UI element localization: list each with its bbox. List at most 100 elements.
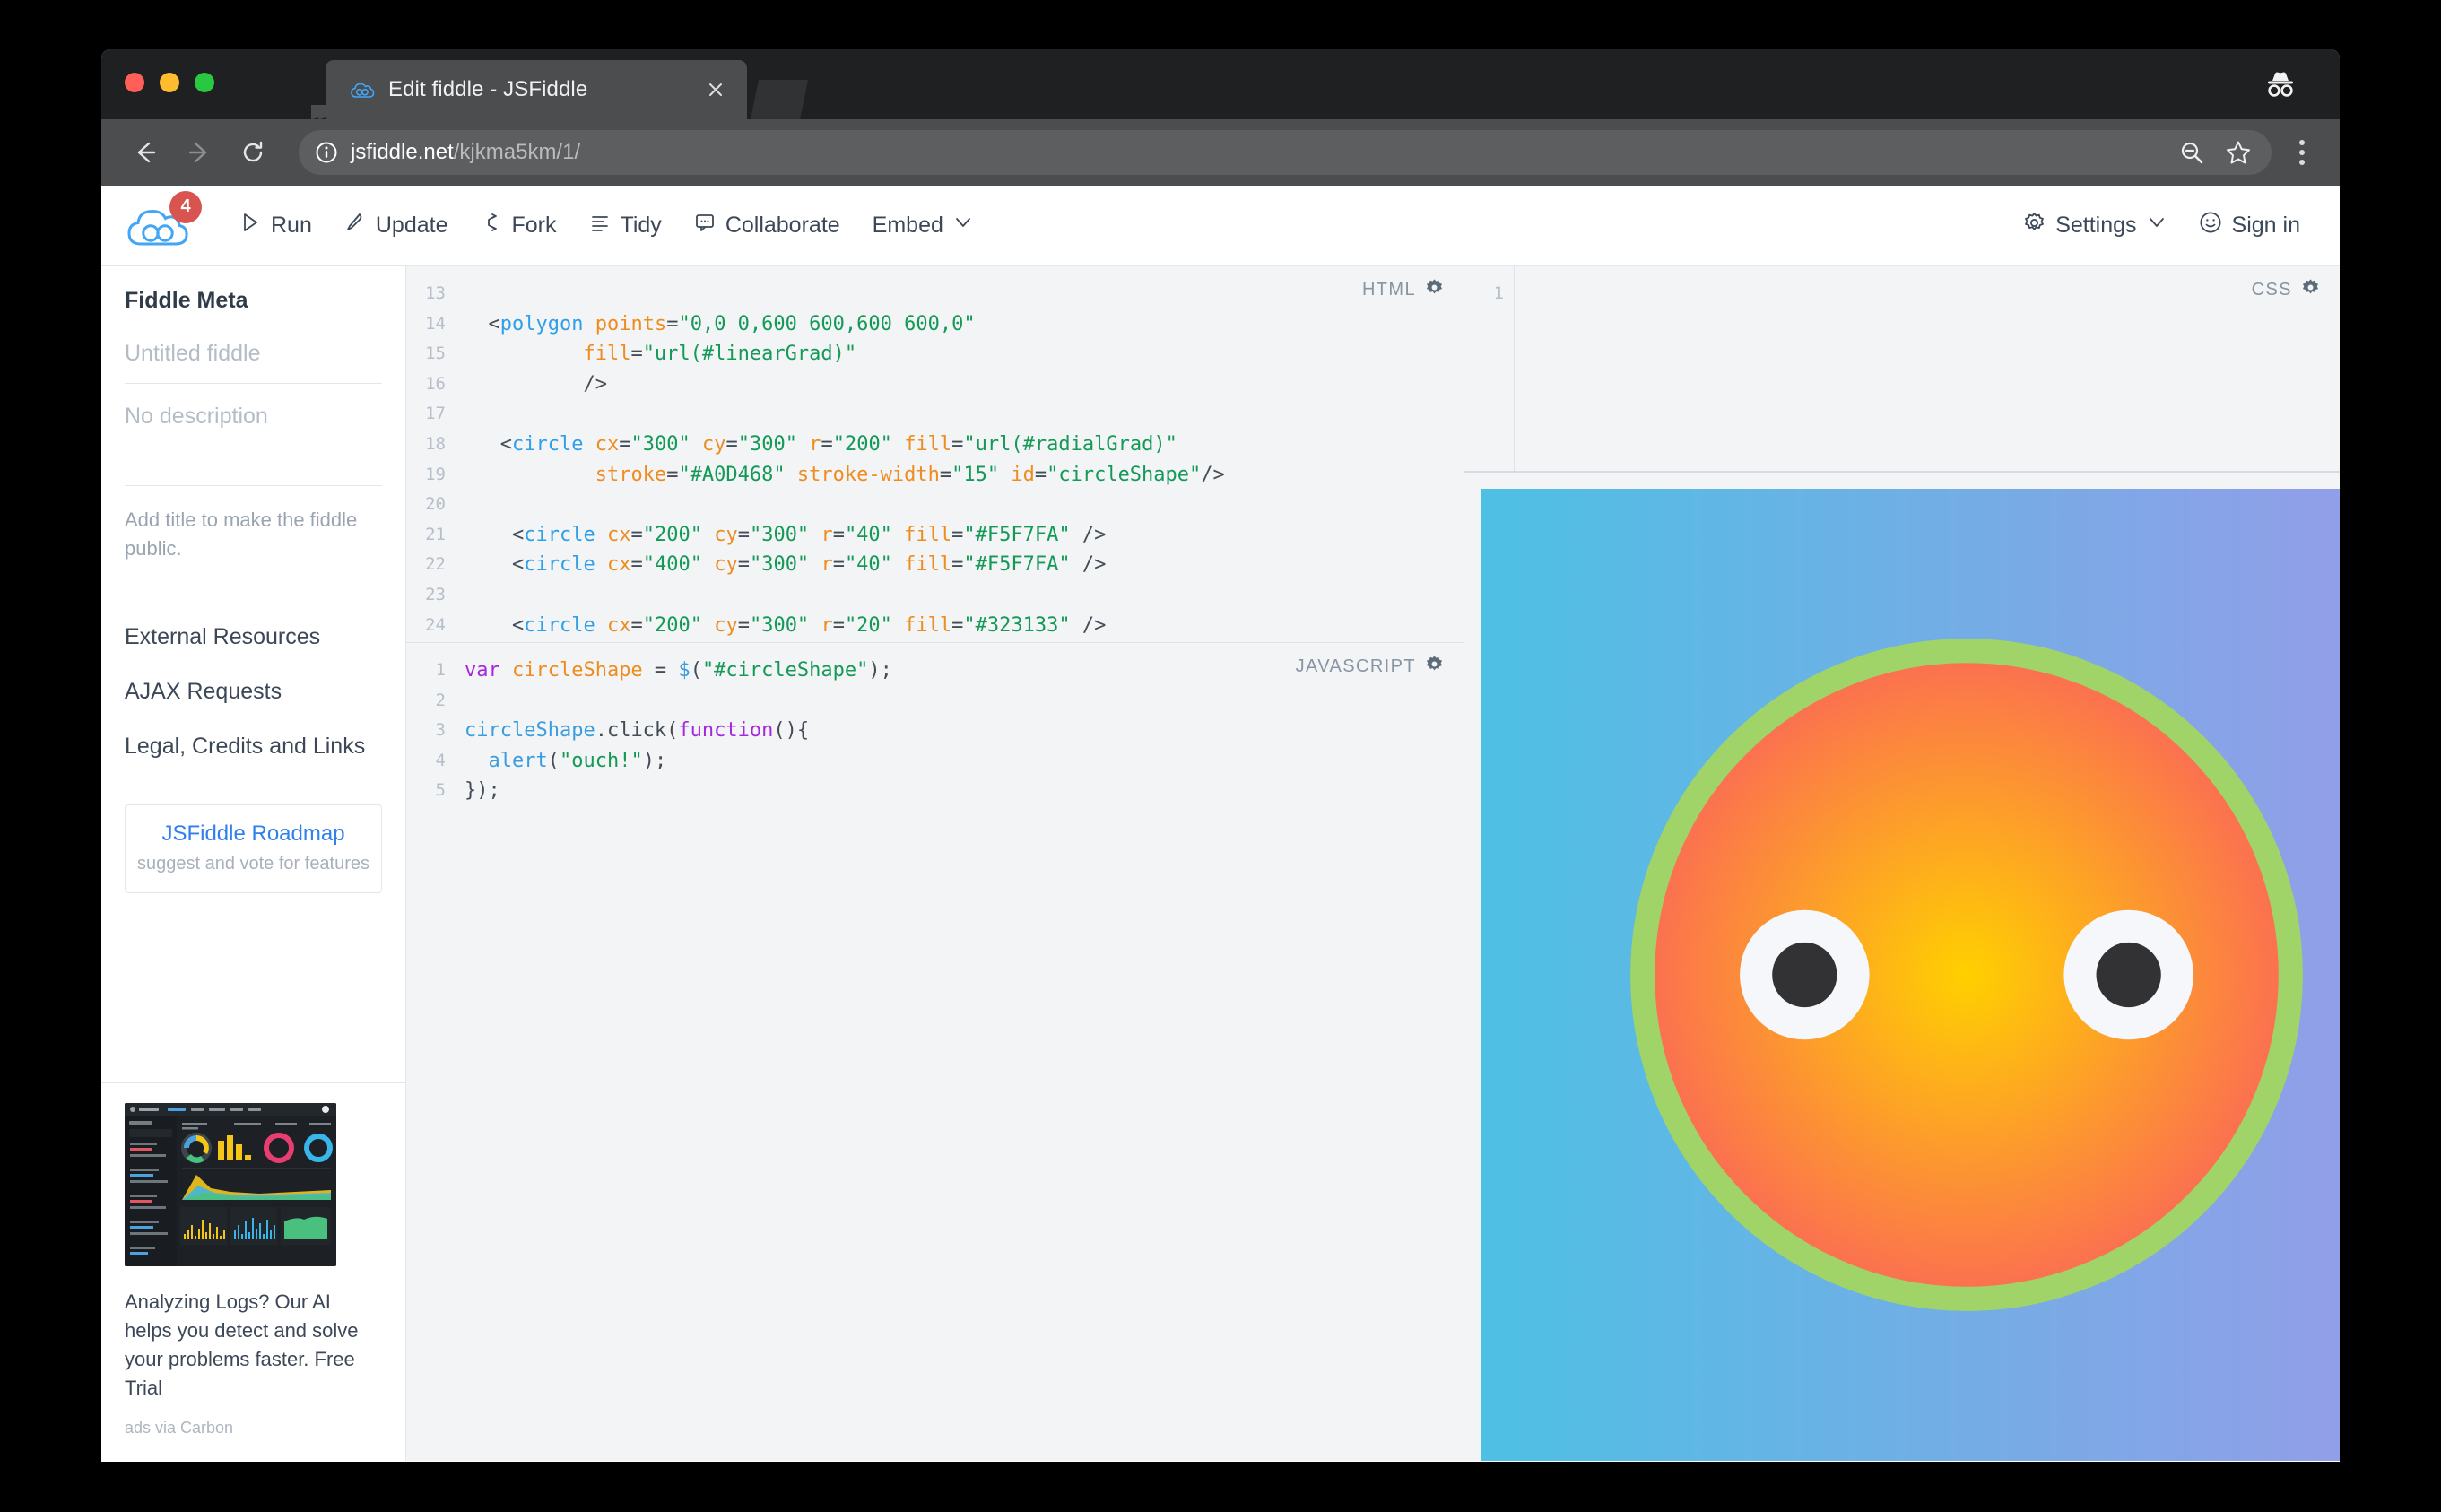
zoom-out-icon[interactable] — [2178, 139, 2205, 166]
result-iframe[interactable] — [1481, 489, 2340, 1461]
fork-label: Fork — [511, 213, 557, 238]
settings-button[interactable]: Settings — [2007, 199, 2182, 253]
ad-text[interactable]: Analyzing Logs? Our AI helps you detect … — [125, 1288, 382, 1403]
jsfiddle-logo[interactable]: 4 — [125, 190, 202, 252]
code-line[interactable]: <circle cx="400" cy="300" r="40" fill="#… — [465, 550, 1464, 580]
code-token: fill — [583, 343, 631, 366]
code-line[interactable] — [465, 490, 1464, 520]
run-button[interactable]: Run — [223, 199, 328, 253]
html-code[interactable]: <polygon points="0,0 0,600 600,600 600,0… — [457, 266, 1464, 642]
toolbar-right-group: Settings Sign in — [2007, 199, 2340, 253]
fiddle-description-input[interactable]: No description — [125, 404, 382, 486]
javascript-code[interactable]: var circleShape = $("#circleShape"); cir… — [457, 643, 1464, 1461]
js-pane-header: JAVASCRIPT — [1296, 655, 1444, 679]
code-token: = — [832, 523, 845, 546]
three-dots-menu-icon[interactable] — [2284, 133, 2320, 172]
line-number: 2 — [435, 690, 446, 710]
update-label: Update — [375, 213, 448, 238]
tab-strip: Edit fiddle - JSFiddle — [326, 60, 808, 119]
chevron-down-icon — [2147, 213, 2167, 239]
code-token: var — [465, 659, 512, 682]
new-tab-button[interactable] — [751, 80, 808, 119]
forward-arrow-icon[interactable] — [175, 128, 223, 177]
roadmap-title[interactable]: JSFiddle Roadmap — [135, 821, 372, 847]
address-bar-url: jsfiddle.net/kjkma5km/1/ — [351, 140, 580, 165]
gear-icon[interactable] — [1425, 278, 1444, 302]
fork-button[interactable]: Fork — [465, 199, 573, 253]
code-token: "300" — [749, 553, 810, 577]
sidebar-item-external-resources[interactable]: External Resources — [125, 610, 382, 665]
close-icon[interactable] — [704, 78, 727, 101]
javascript-editor-pane[interactable]: JAVASCRIPT 12345 var circleShape = $("#c… — [406, 643, 1464, 1461]
code-line[interactable]: <circle cx="200" cy="300" r="20" fill="#… — [465, 611, 1464, 641]
code-line[interactable]: <polygon points="0,0 0,600 600,600 600,0… — [465, 309, 1464, 340]
reload-icon[interactable] — [229, 128, 277, 177]
embed-label: Embed — [872, 213, 943, 238]
preview-svg[interactable] — [1481, 489, 2340, 1461]
gear-icon[interactable] — [1425, 655, 1444, 679]
code-line[interactable] — [465, 686, 1464, 717]
gear-icon[interactable] — [2301, 278, 2320, 302]
jsfiddle-cloud-icon — [349, 76, 376, 103]
embed-button[interactable]: Embed — [856, 199, 989, 253]
browser-title-bar: Edit fiddle - JSFiddle — [101, 49, 2340, 119]
browser-tab[interactable]: Edit fiddle - JSFiddle — [326, 60, 747, 119]
code-line[interactable] — [465, 279, 1464, 309]
code-line[interactable]: <circle cx="300" cy="300" r="200" fill="… — [465, 430, 1464, 460]
css-code[interactable] — [1516, 266, 2340, 471]
back-arrow-icon[interactable] — [121, 128, 169, 177]
url-path: /kjkma5km/1/ — [453, 140, 581, 164]
code-token: "#A0D468" — [678, 463, 786, 486]
ad-image[interactable] — [125, 1102, 336, 1266]
code-line[interactable]: }); — [465, 776, 1464, 806]
collaborate-button[interactable]: Collaborate — [678, 199, 856, 253]
code-token: "0,0 0,600 600,600 600,0" — [678, 312, 976, 335]
tab-title: Edit fiddle - JSFiddle — [388, 77, 588, 101]
address-bar[interactable]: jsfiddle.net/kjkma5km/1/ — [299, 130, 2272, 175]
sidebar-item-ajax-requests[interactable]: AJAX Requests — [125, 665, 382, 719]
sidebar-item-legal-credits-links[interactable]: Legal, Credits and Links — [125, 719, 382, 774]
code-line[interactable] — [465, 399, 1464, 430]
code-token: r — [821, 613, 833, 637]
code-token: "ouch!" — [559, 749, 643, 772]
right-pupil — [2096, 942, 2161, 1008]
bookmark-star-icon[interactable] — [2225, 139, 2252, 166]
code-line[interactable]: <circle cx="200" cy="300" r="40" fill="#… — [465, 520, 1464, 551]
roadmap-promo-box[interactable]: JSFiddle Roadmap suggest and vote for fe… — [125, 804, 382, 893]
code-line[interactable]: stroke="#A0D468" stroke-width="15" id="c… — [465, 460, 1464, 491]
browser-nav-bar: jsfiddle.net/kjkma5km/1/ — [101, 119, 2340, 186]
js-line-numbers: 1 2 3 4 5 — [406, 643, 456, 1461]
code-token: "url(#radialGrad)" — [963, 432, 1177, 456]
tidy-button[interactable]: Tidy — [573, 199, 678, 253]
window-close-button[interactable] — [125, 73, 144, 92]
carbon-ad[interactable]: Analyzing Logs? Our AI helps you detect … — [101, 1082, 405, 1461]
window-maximize-button[interactable] — [195, 73, 214, 92]
line-number: 15 — [425, 343, 446, 364]
code-line[interactable]: circleShape.click(function(){ — [465, 716, 1464, 746]
code-line[interactable]: alert("ouch!"); — [465, 746, 1464, 777]
window-minimize-button[interactable] — [160, 73, 179, 92]
line-number: 3 — [435, 720, 446, 741]
info-circle-icon[interactable] — [315, 141, 338, 164]
ad-credit: ads via Carbon — [125, 1419, 234, 1437]
css-editor-pane[interactable]: CSS 1 — [1464, 266, 2340, 473]
code-line[interactable] — [465, 580, 1464, 611]
fiddle-title-input[interactable]: Untitled fiddle — [125, 341, 382, 384]
update-button[interactable]: Update — [328, 199, 465, 253]
code-line[interactable]: fill="url(#linearGrad)" — [465, 339, 1464, 369]
html-editor-pane[interactable]: HTML 131415161718192021222324252627 <po — [406, 266, 1464, 643]
code-token: /> — [1201, 463, 1225, 486]
code-token: "#323133" — [963, 613, 1071, 637]
code-token: "20" — [844, 613, 892, 637]
code-line[interactable] — [1523, 279, 2340, 309]
code-line[interactable]: /> — [465, 369, 1464, 400]
code-token: }); — [465, 779, 500, 803]
signin-button[interactable]: Sign in — [2183, 199, 2316, 253]
collaborate-label: Collaborate — [725, 213, 840, 238]
